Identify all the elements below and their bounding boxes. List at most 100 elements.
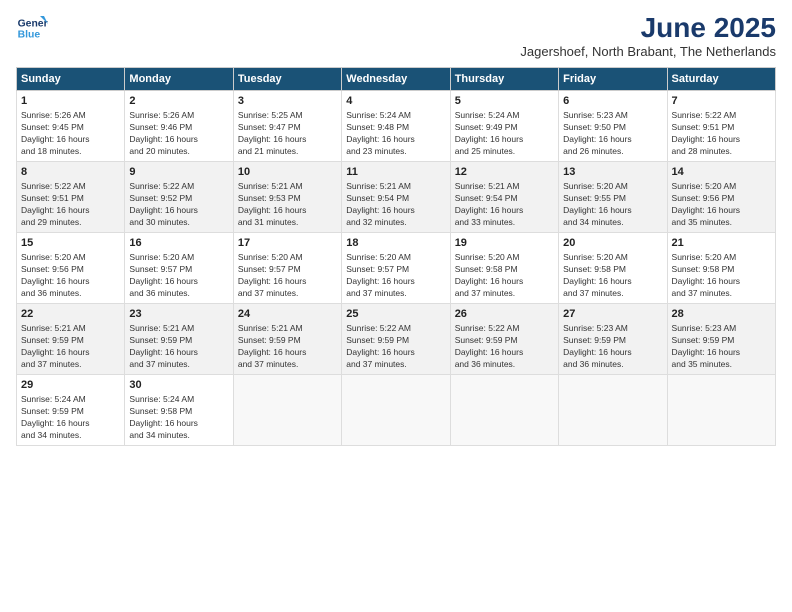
day-info: Sunrise: 5:21 AM Sunset: 9:59 PM Dayligh… xyxy=(21,323,120,371)
day-info: Sunrise: 5:22 AM Sunset: 9:51 PM Dayligh… xyxy=(21,181,120,229)
day-number: 19 xyxy=(455,236,554,251)
day-cell: 4Sunrise: 5:24 AM Sunset: 9:48 PM Daylig… xyxy=(342,91,450,162)
day-info: Sunrise: 5:24 AM Sunset: 9:49 PM Dayligh… xyxy=(455,110,554,158)
subtitle: Jagershoef, North Brabant, The Netherlan… xyxy=(520,44,776,59)
day-cell: 10Sunrise: 5:21 AM Sunset: 9:53 PM Dayli… xyxy=(233,161,341,232)
day-cell xyxy=(450,374,558,445)
day-number: 2 xyxy=(129,94,228,109)
day-cell: 14Sunrise: 5:20 AM Sunset: 9:56 PM Dayli… xyxy=(667,161,775,232)
logo: General Blue xyxy=(16,12,48,44)
day-info: Sunrise: 5:22 AM Sunset: 9:51 PM Dayligh… xyxy=(672,110,771,158)
day-info: Sunrise: 5:22 AM Sunset: 9:59 PM Dayligh… xyxy=(346,323,445,371)
day-number: 18 xyxy=(346,236,445,251)
day-number: 15 xyxy=(21,236,120,251)
day-info: Sunrise: 5:24 AM Sunset: 9:48 PM Dayligh… xyxy=(346,110,445,158)
day-cell: 6Sunrise: 5:23 AM Sunset: 9:50 PM Daylig… xyxy=(559,91,667,162)
title-block: June 2025 Jagershoef, North Brabant, The… xyxy=(520,12,776,59)
day-number: 21 xyxy=(672,236,771,251)
day-cell: 15Sunrise: 5:20 AM Sunset: 9:56 PM Dayli… xyxy=(17,232,125,303)
day-number: 13 xyxy=(563,165,662,180)
day-info: Sunrise: 5:23 AM Sunset: 9:59 PM Dayligh… xyxy=(672,323,771,371)
day-number: 4 xyxy=(346,94,445,109)
day-info: Sunrise: 5:21 AM Sunset: 9:54 PM Dayligh… xyxy=(455,181,554,229)
day-number: 29 xyxy=(21,378,120,393)
day-number: 11 xyxy=(346,165,445,180)
day-info: Sunrise: 5:20 AM Sunset: 9:58 PM Dayligh… xyxy=(563,252,662,300)
day-number: 16 xyxy=(129,236,228,251)
day-cell: 12Sunrise: 5:21 AM Sunset: 9:54 PM Dayli… xyxy=(450,161,558,232)
day-cell: 18Sunrise: 5:20 AM Sunset: 9:57 PM Dayli… xyxy=(342,232,450,303)
day-info: Sunrise: 5:21 AM Sunset: 9:59 PM Dayligh… xyxy=(238,323,337,371)
day-number: 9 xyxy=(129,165,228,180)
header-cell-monday: Monday xyxy=(125,68,233,91)
day-number: 6 xyxy=(563,94,662,109)
day-cell: 3Sunrise: 5:25 AM Sunset: 9:47 PM Daylig… xyxy=(233,91,341,162)
svg-text:Blue: Blue xyxy=(18,30,41,41)
day-info: Sunrise: 5:22 AM Sunset: 9:52 PM Dayligh… xyxy=(129,181,228,229)
day-cell xyxy=(342,374,450,445)
header-cell-friday: Friday xyxy=(559,68,667,91)
day-cell xyxy=(559,374,667,445)
day-info: Sunrise: 5:25 AM Sunset: 9:47 PM Dayligh… xyxy=(238,110,337,158)
day-cell: 7Sunrise: 5:22 AM Sunset: 9:51 PM Daylig… xyxy=(667,91,775,162)
header-cell-saturday: Saturday xyxy=(667,68,775,91)
day-cell: 27Sunrise: 5:23 AM Sunset: 9:59 PM Dayli… xyxy=(559,303,667,374)
day-cell: 28Sunrise: 5:23 AM Sunset: 9:59 PM Dayli… xyxy=(667,303,775,374)
day-cell: 9Sunrise: 5:22 AM Sunset: 9:52 PM Daylig… xyxy=(125,161,233,232)
day-info: Sunrise: 5:20 AM Sunset: 9:57 PM Dayligh… xyxy=(346,252,445,300)
day-cell: 8Sunrise: 5:22 AM Sunset: 9:51 PM Daylig… xyxy=(17,161,125,232)
day-cell: 21Sunrise: 5:20 AM Sunset: 9:58 PM Dayli… xyxy=(667,232,775,303)
day-number: 10 xyxy=(238,165,337,180)
day-number: 28 xyxy=(672,307,771,322)
day-cell: 26Sunrise: 5:22 AM Sunset: 9:59 PM Dayli… xyxy=(450,303,558,374)
header-cell-wednesday: Wednesday xyxy=(342,68,450,91)
day-info: Sunrise: 5:20 AM Sunset: 9:57 PM Dayligh… xyxy=(238,252,337,300)
day-cell: 11Sunrise: 5:21 AM Sunset: 9:54 PM Dayli… xyxy=(342,161,450,232)
day-number: 25 xyxy=(346,307,445,322)
day-info: Sunrise: 5:20 AM Sunset: 9:56 PM Dayligh… xyxy=(21,252,120,300)
main-title: June 2025 xyxy=(520,12,776,44)
day-info: Sunrise: 5:20 AM Sunset: 9:55 PM Dayligh… xyxy=(563,181,662,229)
week-row-3: 15Sunrise: 5:20 AM Sunset: 9:56 PM Dayli… xyxy=(17,232,776,303)
day-number: 23 xyxy=(129,307,228,322)
week-row-1: 1Sunrise: 5:26 AM Sunset: 9:45 PM Daylig… xyxy=(17,91,776,162)
day-number: 17 xyxy=(238,236,337,251)
day-number: 3 xyxy=(238,94,337,109)
calendar-table: SundayMondayTuesdayWednesdayThursdayFrid… xyxy=(16,67,776,446)
day-number: 24 xyxy=(238,307,337,322)
day-info: Sunrise: 5:24 AM Sunset: 9:58 PM Dayligh… xyxy=(129,394,228,442)
day-cell: 13Sunrise: 5:20 AM Sunset: 9:55 PM Dayli… xyxy=(559,161,667,232)
day-number: 30 xyxy=(129,378,228,393)
day-cell: 23Sunrise: 5:21 AM Sunset: 9:59 PM Dayli… xyxy=(125,303,233,374)
day-cell: 2Sunrise: 5:26 AM Sunset: 9:46 PM Daylig… xyxy=(125,91,233,162)
day-info: Sunrise: 5:22 AM Sunset: 9:59 PM Dayligh… xyxy=(455,323,554,371)
header-cell-thursday: Thursday xyxy=(450,68,558,91)
day-info: Sunrise: 5:20 AM Sunset: 9:58 PM Dayligh… xyxy=(455,252,554,300)
week-row-4: 22Sunrise: 5:21 AM Sunset: 9:59 PM Dayli… xyxy=(17,303,776,374)
day-number: 8 xyxy=(21,165,120,180)
svg-text:General: General xyxy=(18,18,48,29)
day-number: 20 xyxy=(563,236,662,251)
day-cell: 16Sunrise: 5:20 AM Sunset: 9:57 PM Dayli… xyxy=(125,232,233,303)
day-info: Sunrise: 5:24 AM Sunset: 9:59 PM Dayligh… xyxy=(21,394,120,442)
day-info: Sunrise: 5:23 AM Sunset: 9:50 PM Dayligh… xyxy=(563,110,662,158)
page-header: General Blue June 2025 Jagershoef, North… xyxy=(16,12,776,59)
day-number: 12 xyxy=(455,165,554,180)
day-cell: 20Sunrise: 5:20 AM Sunset: 9:58 PM Dayli… xyxy=(559,232,667,303)
day-info: Sunrise: 5:26 AM Sunset: 9:45 PM Dayligh… xyxy=(21,110,120,158)
day-cell xyxy=(233,374,341,445)
day-info: Sunrise: 5:21 AM Sunset: 9:59 PM Dayligh… xyxy=(129,323,228,371)
week-row-2: 8Sunrise: 5:22 AM Sunset: 9:51 PM Daylig… xyxy=(17,161,776,232)
day-number: 1 xyxy=(21,94,120,109)
day-cell xyxy=(667,374,775,445)
day-cell: 25Sunrise: 5:22 AM Sunset: 9:59 PM Dayli… xyxy=(342,303,450,374)
day-info: Sunrise: 5:26 AM Sunset: 9:46 PM Dayligh… xyxy=(129,110,228,158)
day-cell: 1Sunrise: 5:26 AM Sunset: 9:45 PM Daylig… xyxy=(17,91,125,162)
day-cell: 22Sunrise: 5:21 AM Sunset: 9:59 PM Dayli… xyxy=(17,303,125,374)
day-number: 26 xyxy=(455,307,554,322)
day-number: 7 xyxy=(672,94,771,109)
day-cell: 29Sunrise: 5:24 AM Sunset: 9:59 PM Dayli… xyxy=(17,374,125,445)
day-cell: 19Sunrise: 5:20 AM Sunset: 9:58 PM Dayli… xyxy=(450,232,558,303)
day-cell: 17Sunrise: 5:20 AM Sunset: 9:57 PM Dayli… xyxy=(233,232,341,303)
day-number: 27 xyxy=(563,307,662,322)
